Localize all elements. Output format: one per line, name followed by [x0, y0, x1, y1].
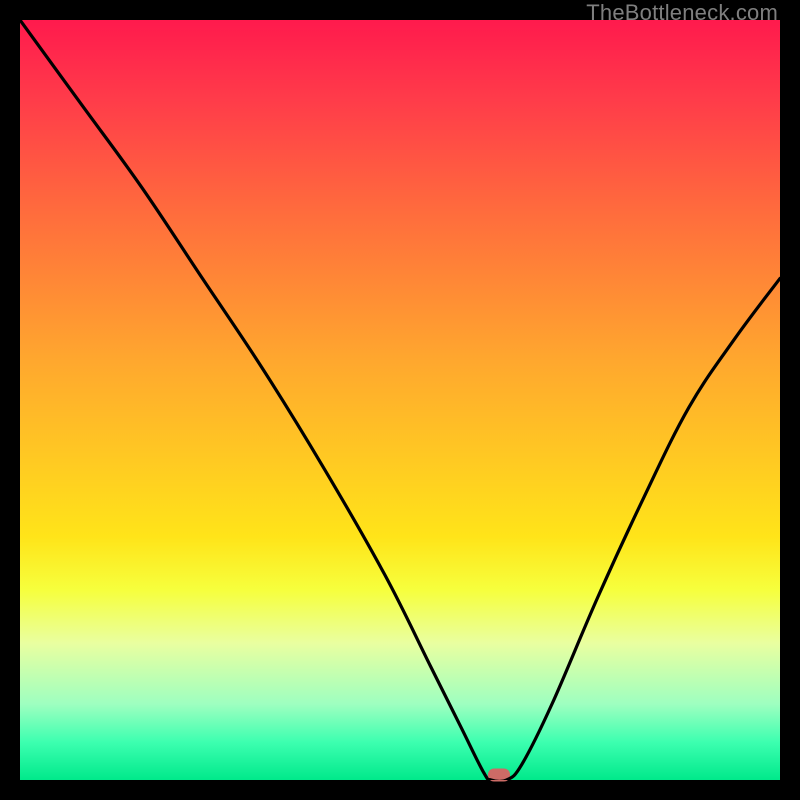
- plot-area: [20, 20, 780, 780]
- curve-path: [20, 20, 780, 780]
- bottleneck-curve: [20, 20, 780, 780]
- chart-frame: TheBottleneck.com: [0, 0, 800, 800]
- watermark-text: TheBottleneck.com: [586, 0, 778, 26]
